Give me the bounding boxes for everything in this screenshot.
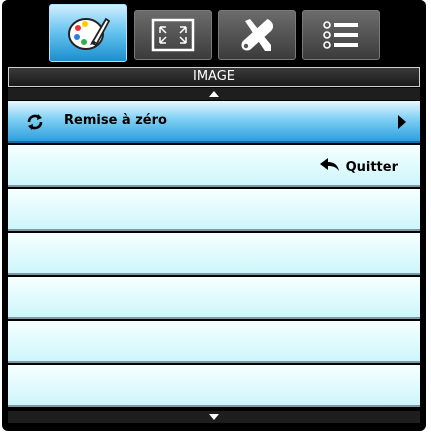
tab-image[interactable] (49, 4, 127, 62)
menu-item-reset[interactable]: Remise à zéro (8, 101, 420, 143)
return-arrow-icon (319, 158, 340, 176)
exit-button[interactable]: Quitter (319, 158, 398, 176)
scroll-up-icon (209, 91, 219, 97)
tab-options[interactable] (302, 10, 380, 60)
empty-row (8, 189, 420, 231)
exit-label: Quitter (345, 159, 398, 175)
menu-title: IMAGE (8, 67, 420, 87)
osd-menu: IMAGE Remise à zéro Quitter (2, 0, 426, 431)
scroll-down-button[interactable] (8, 411, 420, 423)
menu-list: Remise à zéro Quitter (8, 101, 420, 411)
menu-item-label: Remise à zéro (64, 113, 167, 128)
empty-row (8, 277, 420, 319)
chevron-right-icon (398, 115, 406, 129)
tab-bar (2, 0, 426, 64)
tab-display[interactable] (134, 10, 212, 60)
scroll-down-icon (209, 414, 219, 420)
exit-row: Quitter (8, 145, 420, 187)
reset-icon (26, 113, 44, 135)
empty-row (8, 321, 420, 363)
tab-settings[interactable] (218, 10, 296, 60)
scroll-up-button[interactable] (8, 88, 420, 100)
empty-row (8, 365, 420, 407)
empty-row (8, 233, 420, 275)
